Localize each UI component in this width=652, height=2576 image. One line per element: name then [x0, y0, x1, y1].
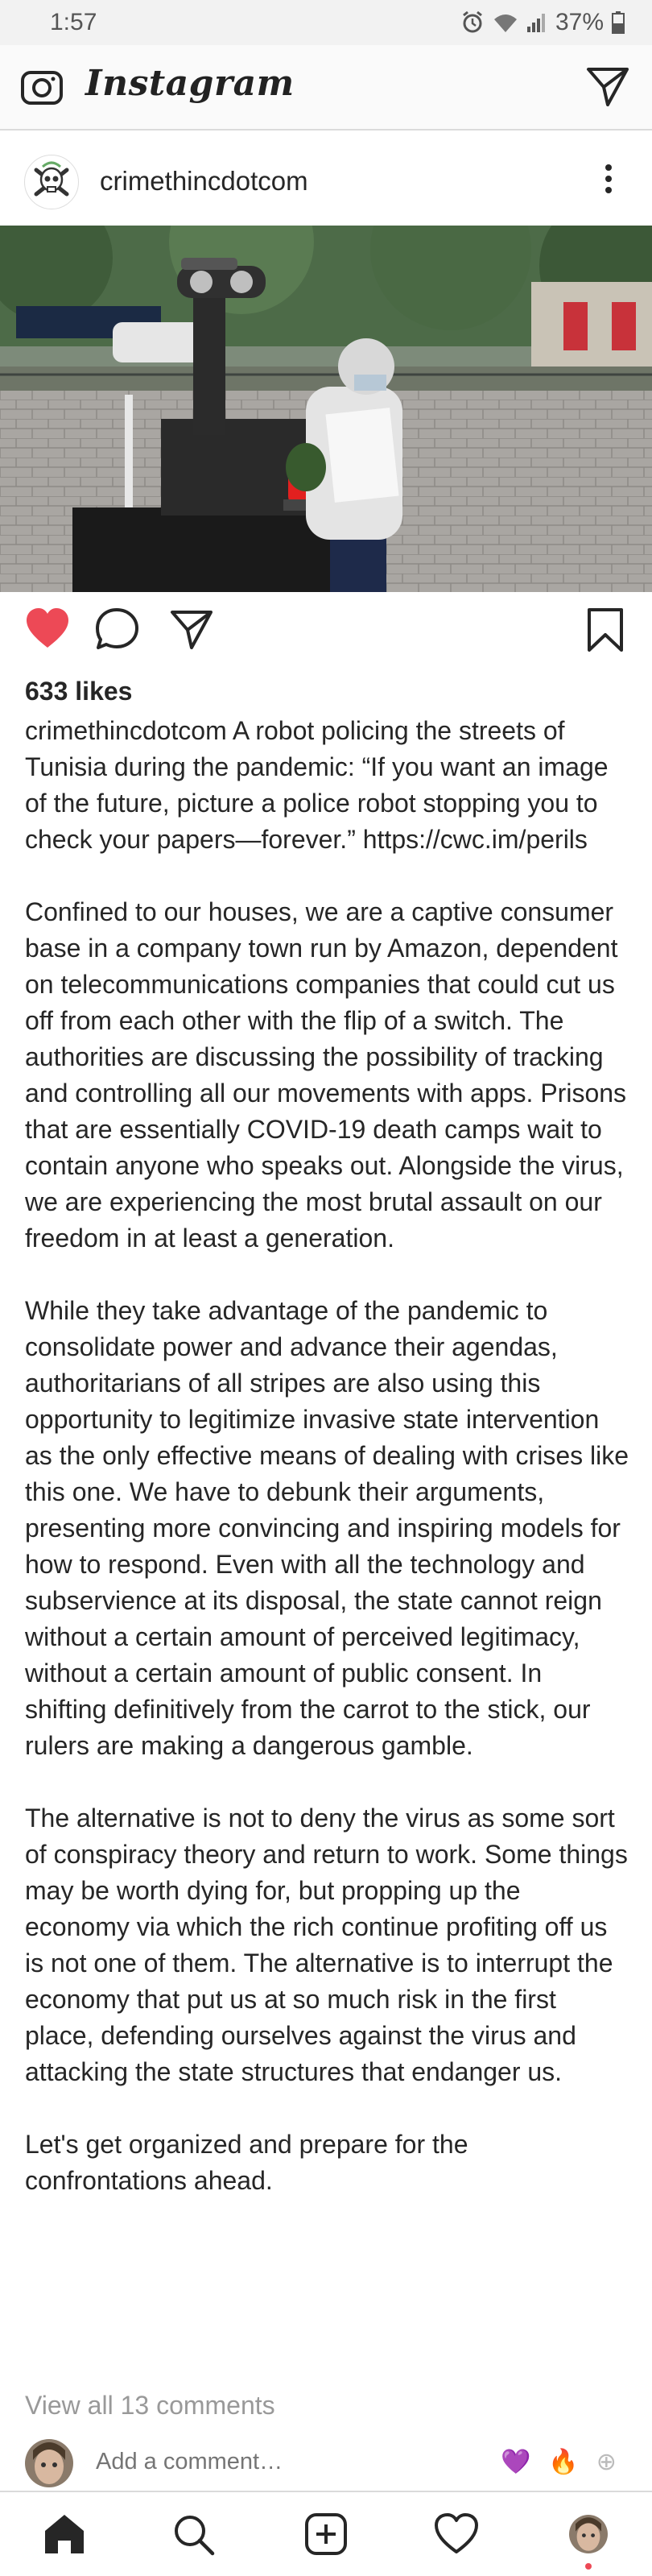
caption-paragraph: Confined to our houses, we are a captive… — [25, 897, 627, 1253]
status-bar: 1:57 37% — [0, 0, 652, 45]
nav-home[interactable] — [39, 2508, 90, 2560]
wifi-icon — [493, 14, 517, 32]
comment-input[interactable] — [94, 2448, 484, 2476]
camera-icon[interactable] — [19, 64, 64, 110]
nav-new-post[interactable] — [300, 2508, 352, 2560]
post-header: crimethincdotcom — [0, 148, 652, 226]
post-caption: crimethincdotcom A robot policing the st… — [25, 713, 629, 2199]
nav-activity[interactable] — [431, 2508, 482, 2560]
post-actions — [0, 604, 652, 661]
fire-reaction[interactable]: 🔥 — [548, 2448, 578, 2476]
heart-icon[interactable] — [25, 607, 70, 649]
like-count[interactable]: 633 likes — [25, 677, 132, 706]
profile-avatar — [569, 2515, 608, 2553]
new-post-icon — [305, 2513, 347, 2555]
add-comment-row: 💜 🔥 ⊕ — [0, 2437, 652, 2493]
caption-paragraph: Let's get organized and prepare for the … — [25, 2130, 468, 2195]
view-all-comments-link[interactable]: View all 13 comments — [25, 2391, 275, 2421]
nav-search[interactable] — [167, 2508, 219, 2560]
post-author-username[interactable]: crimethincdotcom — [100, 166, 308, 197]
caption-paragraph: While they take advantage of the pandemi… — [25, 1296, 629, 1760]
alarm-icon — [463, 10, 482, 33]
more-options-icon[interactable] — [599, 159, 618, 205]
search-icon — [175, 2516, 215, 2556]
bookmark-icon[interactable] — [586, 607, 625, 652]
purple-heart-reaction[interactable]: 💜 — [501, 2448, 530, 2476]
direct-message-icon[interactable] — [586, 66, 629, 108]
app-header: Instagram — [0, 45, 652, 130]
notification-dot — [585, 2563, 592, 2570]
bottom-navigation — [0, 2491, 652, 2576]
caption-username[interactable]: crimethincdotcom — [25, 716, 227, 745]
share-icon[interactable] — [170, 609, 213, 651]
battery-percent: 37% — [555, 9, 604, 35]
status-time: 1:57 — [50, 9, 97, 35]
quick-reactions: 💜 🔥 ⊕ — [501, 2448, 617, 2476]
skull-crossbones-logo — [34, 161, 69, 197]
status-icons: 37% — [460, 9, 625, 36]
nav-profile[interactable] — [563, 2508, 614, 2560]
signal-icon — [526, 14, 545, 32]
post-photo[interactable] — [0, 226, 652, 592]
add-reaction-icon[interactable]: ⊕ — [596, 2448, 617, 2476]
caption-paragraph: crimethincdotcom A robot policing the st… — [25, 713, 629, 858]
activity-icon — [435, 2513, 478, 2553]
post-author-avatar[interactable] — [24, 155, 79, 209]
current-user-avatar — [25, 2439, 73, 2487]
app-brand: Instagram — [85, 63, 295, 104]
comment-icon[interactable] — [95, 607, 140, 651]
home-icon — [45, 2515, 84, 2553]
caption-paragraph: The alternative is not to deny the virus… — [25, 1804, 628, 2086]
battery-icon — [612, 11, 625, 34]
